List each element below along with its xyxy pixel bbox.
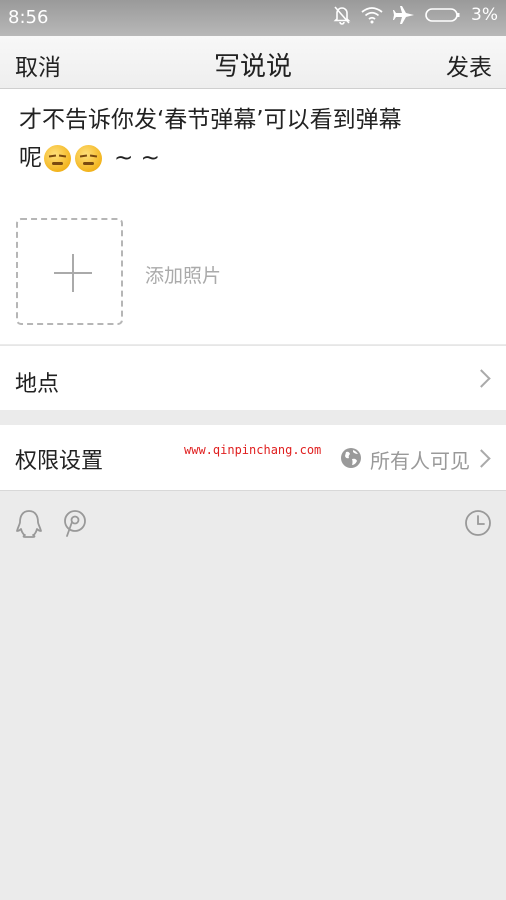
battery-icon bbox=[425, 8, 460, 22]
composer[interactable]: 才不告诉你发‘春节弹幕’可以看到弹幕 呢 ~ ~ 添加照片 bbox=[0, 89, 506, 344]
globe-icon bbox=[341, 448, 361, 468]
add-photo-button[interactable] bbox=[16, 218, 123, 325]
airplane-icon bbox=[393, 6, 415, 24]
mention-icon[interactable] bbox=[62, 509, 88, 539]
chevron-right-icon bbox=[472, 369, 491, 388]
publish-button[interactable]: 发表 bbox=[446, 48, 492, 82]
chevron-right-icon bbox=[472, 449, 491, 468]
post-text-input[interactable]: 才不告诉你发‘春节弹幕’可以看到弹幕 呢 ~ ~ bbox=[19, 101, 459, 177]
plus-icon-vertical bbox=[72, 254, 74, 292]
mute-bell-icon bbox=[333, 6, 351, 25]
clock-icon[interactable] bbox=[464, 509, 492, 537]
bottom-toolbar bbox=[0, 491, 506, 561]
battery-percent: 3% bbox=[471, 5, 498, 25]
location-label: 地点 bbox=[15, 372, 60, 397]
smirk-emoji-icon bbox=[44, 144, 71, 172]
qq-icon[interactable] bbox=[15, 509, 43, 539]
post-text-line-1: 才不告诉你发‘春节弹幕’可以看到弹幕 bbox=[19, 107, 402, 133]
post-text-line-2: 呢 ~ ~ bbox=[19, 139, 459, 177]
status-time: 8:56 bbox=[8, 7, 49, 28]
post-text-prefix: 呢 bbox=[19, 145, 42, 171]
status-bar: 8:56 3% bbox=[0, 0, 506, 36]
watermark-text: www.qinpinchang.com bbox=[184, 443, 322, 457]
smirk-emoji-icon bbox=[75, 144, 102, 172]
permission-row[interactable]: 权限设置 www.qinpinchang.com 所有人可见 bbox=[0, 425, 506, 491]
permission-label: 权限设置 bbox=[15, 449, 104, 474]
location-row[interactable]: 地点 bbox=[0, 345, 506, 410]
title-bar: 取消 写说说 发表 bbox=[0, 36, 506, 89]
page-title: 写说说 bbox=[213, 52, 292, 82]
wifi-icon bbox=[361, 7, 383, 24]
permission-value: 所有人可见 bbox=[370, 449, 470, 473]
post-text-suffix: ~ ~ bbox=[114, 145, 160, 171]
screen: 8:56 3% 取消 写说说 发表 才不告诉你发‘春节弹幕’可以看到弹幕 呢 ~… bbox=[0, 0, 506, 900]
status-icons: 3% bbox=[333, 5, 498, 25]
add-photo-label: 添加照片 bbox=[145, 265, 222, 287]
